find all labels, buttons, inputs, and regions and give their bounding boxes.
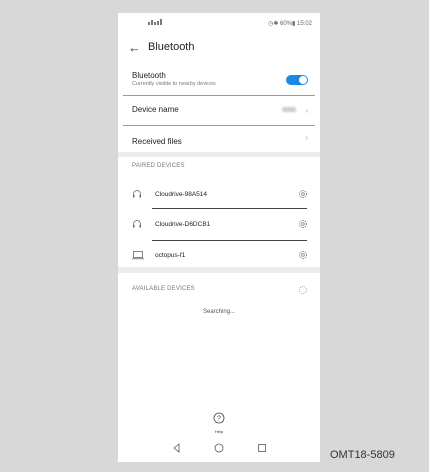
divider <box>123 125 315 126</box>
nav-home-icon[interactable] <box>214 443 224 453</box>
phone-screen: ◷✱ 60%▮ 15:02 ← Bluetooth Bluetooth Curr… <box>118 13 320 462</box>
loading-spinner-icon <box>299 286 307 294</box>
gear-icon[interactable] <box>298 189 308 199</box>
headset-icon <box>133 220 141 228</box>
header: ← Bluetooth <box>128 40 308 56</box>
laptop-icon <box>132 251 144 260</box>
paired-device-1[interactable]: Cloudrive-98A514 <box>132 188 308 202</box>
gear-icon[interactable] <box>298 219 308 229</box>
section-gap <box>118 152 320 157</box>
divider <box>152 240 307 241</box>
status-bar: ◷✱ 60%▮ 15:02 <box>118 17 320 31</box>
help-label: Help <box>214 429 224 434</box>
paired-device-3[interactable]: octopus-f1 <box>132 249 308 263</box>
nav-recents-icon[interactable] <box>257 443 267 453</box>
back-arrow-icon[interactable]: ← <box>128 40 141 56</box>
svg-text:?: ? <box>217 416 221 423</box>
divider <box>123 95 315 96</box>
navigation-bar <box>118 442 320 456</box>
page-title: Bluetooth <box>148 41 195 53</box>
chevron-right-icon: › <box>305 106 308 115</box>
device-name-row[interactable]: Device name › <box>132 105 308 119</box>
device-name: Cloudrive-98A514 <box>155 191 208 198</box>
bluetooth-sublabel: Currently visible to nearby devices <box>132 81 216 87</box>
section-gap <box>118 267 320 273</box>
searching-status: Searching... <box>202 309 236 315</box>
device-name: octopus-f1 <box>155 252 186 259</box>
figure-caption: OMT18-5809 <box>330 449 395 461</box>
status-info: ◷✱ 60%▮ 15:02 <box>268 21 312 27</box>
help-icon: ? <box>213 412 225 424</box>
divider <box>152 208 307 209</box>
received-files-label: Received files <box>132 137 182 146</box>
bluetooth-toggle-row[interactable]: Bluetooth Currently visible to nearby de… <box>132 71 308 93</box>
device-name-value-blurred <box>282 107 296 112</box>
help-button[interactable]: ? Help <box>212 411 226 434</box>
chevron-right-icon: › <box>305 133 308 142</box>
bluetooth-label: Bluetooth <box>132 71 166 80</box>
paired-device-2[interactable]: Cloudrive-D6DCB1 <box>132 218 308 232</box>
nav-back-icon[interactable] <box>172 443 182 453</box>
paired-devices-heading: PAIRED DEVICES <box>132 163 185 169</box>
signal-icon <box>148 19 163 25</box>
bluetooth-switch[interactable] <box>286 75 308 85</box>
device-name: Cloudrive-D6DCB1 <box>155 221 211 228</box>
received-files-row[interactable]: Received files › <box>132 133 308 151</box>
headset-icon <box>133 190 141 198</box>
gear-icon[interactable] <box>298 250 308 260</box>
available-devices-heading: AVAILABLE DEVICES <box>132 286 195 292</box>
